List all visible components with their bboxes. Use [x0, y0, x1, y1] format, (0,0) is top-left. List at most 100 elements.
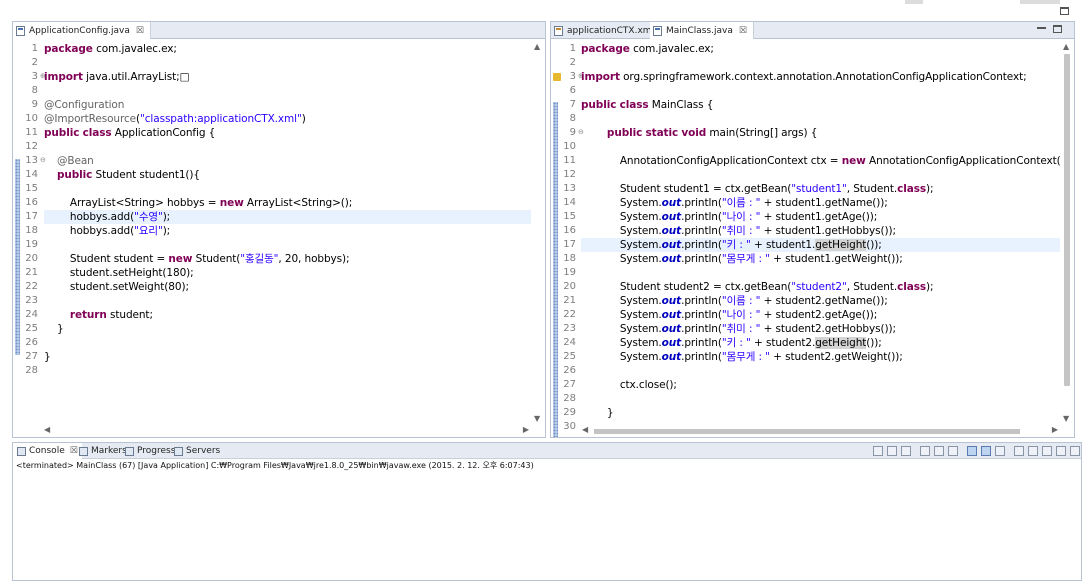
minimize-icon[interactable]: [1037, 26, 1046, 29]
scroll-right-icon[interactable]: ▶: [523, 425, 529, 434]
code-line[interactable]: System.out.println("몸무게 : " + student2.g…: [581, 350, 1060, 364]
code-line[interactable]: }: [44, 322, 531, 336]
scroll-left-icon[interactable]: ◀: [44, 425, 50, 434]
minimize-icon[interactable]: [1056, 446, 1066, 456]
code-line[interactable]: [44, 364, 531, 378]
code-line[interactable]: }: [44, 350, 531, 364]
maximize-icon[interactable]: [1053, 25, 1062, 33]
code-line[interactable]: System.out.println("키 : " + student1.get…: [581, 238, 1060, 252]
code-line[interactable]: public Student student1(){: [44, 168, 531, 182]
code-line[interactable]: @ImportResource("classpath:applicationCT…: [44, 112, 531, 126]
code-area[interactable]: 1 package com.javalec.ex; 2 3 ⊕ import org.sp…: [551, 40, 1074, 437]
markers-icon: [79, 446, 88, 456]
code-line[interactable]: hobbys.add("요리");: [44, 224, 531, 238]
code-line[interactable]: @Configuration: [44, 98, 531, 112]
code-line[interactable]: package com.javalec.ex;: [581, 42, 1060, 56]
warning-icon[interactable]: [553, 73, 561, 81]
scroll-down-icon[interactable]: ▼: [534, 414, 540, 423]
code-line[interactable]: System.out.println("나이 : " + student2.ge…: [581, 308, 1060, 322]
scroll-right-icon[interactable]: ▶: [1052, 425, 1058, 434]
scroll-lock-icon[interactable]: [934, 446, 944, 456]
code-line[interactable]: AnnotationConfigApplicationContext ctx =…: [581, 154, 1074, 168]
code-line[interactable]: Student student1 = ctx.getBean("student1…: [581, 182, 1060, 196]
scroll-up-icon[interactable]: ▲: [1063, 42, 1069, 51]
window-maximize-icon[interactable]: [1060, 7, 1069, 15]
tab-close-icon[interactable]: ☒: [739, 26, 747, 36]
show-on-error-icon[interactable]: [981, 446, 991, 456]
show-on-output-icon[interactable]: [967, 446, 977, 456]
code-line[interactable]: [581, 84, 1060, 98]
code-token: main(String[] args) {: [706, 127, 818, 139]
code-token: .println(: [681, 225, 722, 237]
code-line[interactable]: System.out.println("이름 : " + student2.ge…: [581, 294, 1060, 308]
code-line[interactable]: @Bean: [44, 154, 531, 168]
tab-applicationctx-xml[interactable]: applicationCTX.xml: [551, 22, 662, 39]
vertical-scrollbar[interactable]: ▲ ▼: [531, 40, 545, 425]
code-line[interactable]: public class MainClass {: [581, 98, 1060, 112]
code-line[interactable]: import org.springframework.context.annot…: [581, 70, 1060, 84]
code-token: .println(: [681, 211, 722, 223]
code-line[interactable]: public static void main(String[] args) {: [581, 126, 1060, 140]
code-line[interactable]: [581, 266, 1060, 280]
code-line[interactable]: System.out.println("나이 : " + student1.ge…: [581, 210, 1060, 224]
maximize-icon[interactable]: [1070, 446, 1080, 456]
code-line[interactable]: [581, 140, 1060, 154]
code-line[interactable]: System.out.println("이름 : " + student1.ge…: [581, 196, 1060, 210]
code-line[interactable]: }: [581, 406, 1060, 420]
tab-close-icon[interactable]: ☒: [136, 26, 144, 36]
tab-console[interactable]: Console ☒: [13, 443, 82, 459]
code-line[interactable]: public class ApplicationConfig {: [44, 126, 531, 140]
code-line[interactable]: [44, 84, 531, 98]
code-line[interactable]: [581, 168, 1060, 182]
vertical-scrollbar[interactable]: ▲ ▼: [1060, 40, 1074, 425]
code-line[interactable]: Student student2 = ctx.getBean("student2…: [581, 280, 1060, 294]
remove-launch-icon[interactable]: [887, 446, 897, 456]
code-line[interactable]: [44, 294, 531, 308]
code-token: Student student1 = ctx.getBean(: [581, 183, 792, 195]
code-line[interactable]: hobbys.add("수영");: [44, 210, 531, 224]
code-line[interactable]: [44, 56, 531, 70]
code-line[interactable]: [581, 112, 1060, 126]
terminate-icon[interactable]: [873, 446, 883, 456]
code-token: package: [581, 43, 630, 55]
code-line[interactable]: ctx.close();: [581, 378, 1060, 392]
scroll-left-icon[interactable]: ◀: [582, 425, 588, 434]
horizontal-scrollbar[interactable]: ◀ ▶: [580, 425, 1060, 437]
view-menu-icon[interactable]: [1042, 446, 1052, 456]
open-console-icon[interactable]: [1028, 446, 1038, 456]
code-line[interactable]: System.out.println("취미 : " + student1.ge…: [581, 224, 1060, 238]
code-line[interactable]: [581, 364, 1060, 378]
code-line[interactable]: System.out.println("몸무게 : " + student1.g…: [581, 252, 1060, 266]
horizontal-scrollbar[interactable]: ◀ ▶: [42, 425, 531, 437]
code-line[interactable]: System.out.println("취미 : " + student2.ge…: [581, 322, 1060, 336]
scroll-thumb[interactable]: [594, 429, 1020, 434]
code-line[interactable]: [44, 182, 531, 196]
code-line[interactable]: [44, 238, 531, 252]
code-token: ());: [866, 337, 882, 349]
word-wrap-icon[interactable]: [948, 446, 958, 456]
code-line[interactable]: [581, 56, 1060, 70]
code-line[interactable]: [44, 140, 531, 154]
scroll-down-icon[interactable]: ▼: [1063, 414, 1069, 423]
pin-console-icon[interactable]: [995, 446, 1005, 456]
clear-console-icon[interactable]: [920, 446, 930, 456]
tab-applicationconfig-java[interactable]: ApplicationConfig.java ☒: [13, 22, 151, 39]
code-line[interactable]: package com.javalec.ex;: [44, 42, 531, 56]
code-line[interactable]: [581, 392, 1060, 406]
display-console-icon[interactable]: [1014, 446, 1024, 456]
tab-servers[interactable]: Servers: [170, 443, 224, 459]
code-line[interactable]: student.setHeight(180);: [44, 266, 531, 280]
remove-all-icon[interactable]: [901, 446, 911, 456]
code-line[interactable]: ArrayList<String> hobbys = new ArrayList…: [44, 196, 531, 210]
code-line[interactable]: return student;: [44, 308, 531, 322]
tab-mainclass-java[interactable]: MainClass.java ☒: [650, 22, 754, 39]
code-area[interactable]: 1 package com.javalec.ex; 2 3 ⊕ import java.u…: [13, 40, 545, 437]
scroll-thumb[interactable]: [1064, 54, 1070, 386]
code-line[interactable]: [44, 336, 531, 350]
code-line[interactable]: import java.util.ArrayList;□: [44, 70, 531, 84]
scroll-up-icon[interactable]: ▲: [534, 42, 540, 51]
code-token: }: [44, 323, 64, 335]
code-line[interactable]: System.out.println("키 : " + student2.get…: [581, 336, 1060, 350]
code-line[interactable]: Student student = new Student("홍길동", 20,…: [44, 252, 531, 266]
code-line[interactable]: student.setWeight(80);: [44, 280, 531, 294]
